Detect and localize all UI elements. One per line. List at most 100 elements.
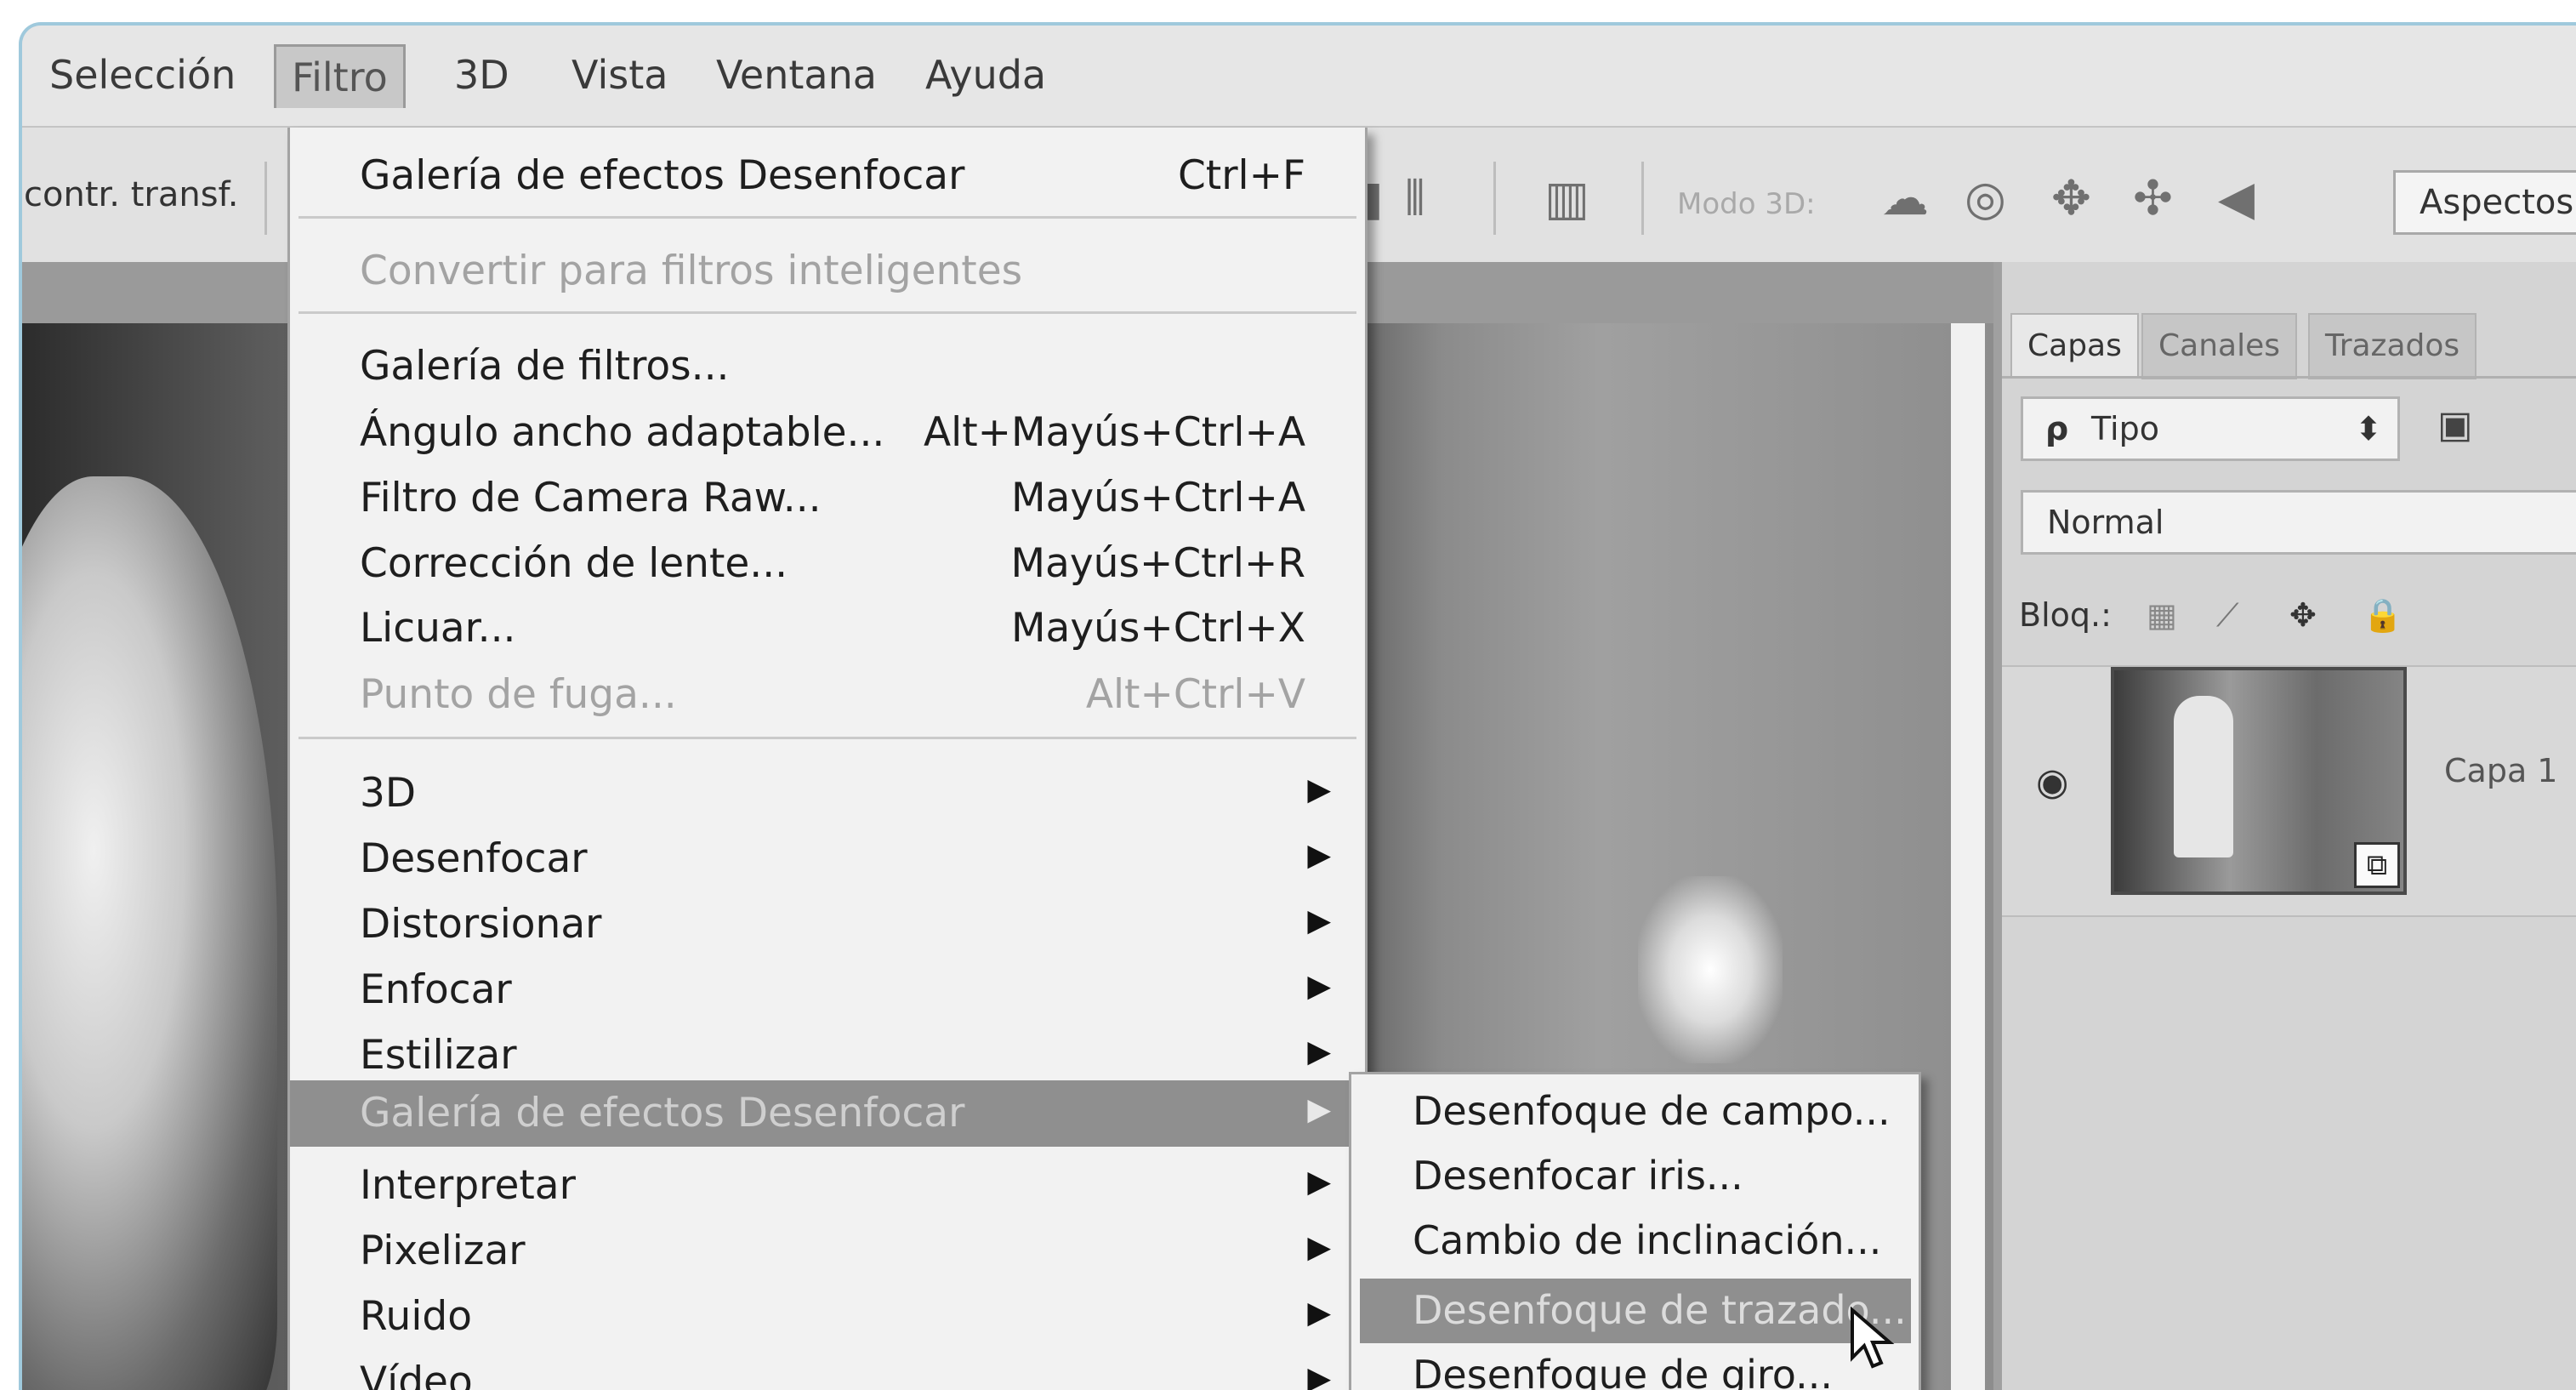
lock-icon[interactable]: 🔒 bbox=[2363, 585, 2403, 645]
menu-item-filter-gallery[interactable]: Galería de filtros... bbox=[290, 333, 1365, 400]
layer-row[interactable]: ◉ ⧉ Capa 1 bbox=[2002, 665, 2576, 917]
distribute-horizontal-icon[interactable]: ⫴ bbox=[1405, 172, 1425, 226]
slide-3d-icon[interactable]: ✣ bbox=[2133, 172, 2173, 226]
menu-item-interpretar[interactable]: Interpretar ▶ bbox=[290, 1153, 1365, 1219]
menu-item-ruido[interactable]: Ruido ▶ bbox=[290, 1284, 1365, 1350]
submenu-arrow-icon: ▶ bbox=[1307, 1034, 1331, 1069]
menu-item-label: Enfocar bbox=[360, 966, 512, 1013]
submenu-arrow-icon: ▶ bbox=[1307, 1361, 1331, 1390]
menu-item-desenfocar[interactable]: Desenfocar ▶ bbox=[290, 826, 1365, 892]
show-transform-controls-label[interactable]: contr. transf. bbox=[24, 175, 238, 214]
menu-item-lens-correction[interactable]: Corrección de lente... Mayús+Ctrl+R bbox=[290, 531, 1365, 597]
lock-label: Bloq.: bbox=[2019, 596, 2112, 634]
submenu-item-spin-blur[interactable]: Desenfoque de giro... bbox=[1351, 1343, 1919, 1390]
menu-item-label: Pixelizar bbox=[360, 1228, 526, 1274]
menu-item-distorsionar[interactable]: Distorsionar ▶ bbox=[290, 892, 1365, 958]
menu-item-3d[interactable]: 3D ▶ bbox=[290, 761, 1365, 827]
thumbnail-player bbox=[2174, 696, 2233, 857]
menu-item-convert-smart-filters: Convertir para filtros inteligentes bbox=[290, 238, 1365, 305]
menu-item-blur-gallery[interactable]: Galería de efectos Desenfocar ▶ bbox=[290, 1080, 1365, 1147]
submenu-arrow-icon: ▶ bbox=[1307, 1092, 1331, 1127]
submenu-item-iris-blur[interactable]: Desenfocar iris... bbox=[1351, 1144, 1919, 1209]
photoshop-window: Selección Filtro 3D Vista Ventana Ayuda … bbox=[19, 22, 2576, 1390]
menu-bar: Selección Filtro 3D Vista Ventana Ayuda bbox=[22, 26, 2576, 126]
mode-3d-label: Modo 3D: bbox=[1677, 187, 1816, 221]
menu-item-label: Punto de fuga... bbox=[360, 671, 677, 718]
roll-3d-icon[interactable]: ◎ bbox=[1965, 172, 2006, 226]
menu-item-camera-raw[interactable]: Filtro de Camera Raw... Mayús+Ctrl+A bbox=[290, 465, 1365, 532]
menu-item-video[interactable]: Vídeo ▶ bbox=[290, 1349, 1365, 1390]
menu-ayuda[interactable]: Ayuda bbox=[910, 44, 1061, 105]
lock-transparent-icon[interactable]: ▦ bbox=[2147, 585, 2177, 645]
menu-item-shortcut: Mayús+Ctrl+X bbox=[1010, 605, 1305, 652]
submenu-arrow-icon: ▶ bbox=[1307, 1296, 1331, 1330]
submenu-item-label: Desenfoque de campo... bbox=[1413, 1088, 1891, 1134]
menu-item-label: Ruido bbox=[360, 1293, 472, 1340]
menu-separator bbox=[299, 737, 1356, 739]
submenu-arrow-icon: ▶ bbox=[1307, 838, 1331, 873]
layers-panel: Capas Canales Trazados ρ Tipo ⬍ ▣ Normal… bbox=[1993, 262, 2576, 1390]
submenu-arrow-icon: ▶ bbox=[1307, 969, 1331, 1004]
lock-position-icon[interactable]: ✥ bbox=[2289, 585, 2317, 645]
menu-vista[interactable]: Vista bbox=[556, 44, 683, 105]
blur-gallery-submenu: Desenfoque de campo... Desenfocar iris..… bbox=[1349, 1072, 1921, 1390]
menu-item-shortcut: Ctrl+F bbox=[1177, 152, 1305, 199]
menu-item-shortcut: Mayús+Ctrl+A bbox=[1011, 475, 1305, 521]
tab-trazados[interactable]: Trazados bbox=[2308, 313, 2477, 379]
menu-item-label: Licuar... bbox=[360, 605, 516, 652]
menu-item-last-filter[interactable]: Galería de efectos Desenfocar Ctrl+F bbox=[290, 143, 1365, 209]
submenu-arrow-icon: ▶ bbox=[1307, 1165, 1331, 1199]
auto-align-layers-icon[interactable]: ▥ bbox=[1544, 172, 1589, 226]
menu-item-label: Distorsionar bbox=[360, 901, 602, 948]
menu-seleccion[interactable]: Selección bbox=[34, 44, 251, 105]
menu-item-liquify[interactable]: Licuar... Mayús+Ctrl+X bbox=[290, 595, 1365, 662]
menu-item-estilizar[interactable]: Estilizar ▶ bbox=[290, 1023, 1365, 1089]
menu-item-label: Estilizar bbox=[360, 1032, 517, 1079]
menu-item-enfocar[interactable]: Enfocar ▶ bbox=[290, 957, 1365, 1023]
menu-item-label: Galería de efectos Desenfocar bbox=[360, 1090, 965, 1136]
pan-3d-icon[interactable]: ✥ bbox=[2051, 172, 2091, 226]
smart-object-badge-icon: ⧉ bbox=[2354, 842, 2400, 888]
menu-item-label: Vídeo bbox=[360, 1359, 473, 1390]
submenu-item-tilt-shift[interactable]: Cambio de inclinación... bbox=[1351, 1209, 1919, 1273]
menu-item-label: Galería de filtros... bbox=[360, 343, 730, 390]
menu-item-label: Interpretar bbox=[360, 1162, 576, 1209]
options-separator bbox=[1641, 162, 1644, 235]
menu-item-pixelizar[interactable]: Pixelizar ▶ bbox=[290, 1218, 1365, 1285]
layer-filter-select[interactable]: ρ Tipo ⬍ bbox=[2021, 396, 2400, 461]
menu-item-label: Filtro de Camera Raw... bbox=[360, 475, 822, 521]
menu-item-adaptive-wide-angle[interactable]: Ángulo ancho adaptable... Alt+Mayús+Ctrl… bbox=[290, 400, 1365, 466]
lock-brush-icon[interactable]: ⟋ bbox=[2216, 585, 2239, 645]
menu-ventana[interactable]: Ventana bbox=[701, 44, 892, 105]
filter-menu: Galería de efectos Desenfocar Ctrl+F Con… bbox=[287, 128, 1368, 1390]
menu-item-shortcut: Alt+Ctrl+V bbox=[1085, 671, 1305, 718]
blend-mode-value: Normal bbox=[2047, 504, 2164, 541]
select-arrows-icon: ⬍ bbox=[2355, 410, 2382, 447]
baseball-player-image bbox=[22, 476, 277, 1390]
submenu-item-label: Desenfocar iris... bbox=[1413, 1153, 1743, 1199]
layer-name[interactable]: Capa 1 bbox=[2444, 752, 2557, 789]
menu-3d[interactable]: 3D bbox=[439, 44, 525, 105]
menu-filtro[interactable]: Filtro bbox=[274, 44, 406, 108]
menu-item-label: Convertir para filtros inteligentes bbox=[360, 248, 1023, 294]
submenu-arrow-icon: ▶ bbox=[1307, 772, 1331, 807]
tabs-divider bbox=[2002, 376, 2576, 379]
image-filter-icon[interactable]: ▣ bbox=[2437, 403, 2473, 447]
tab-capas[interactable]: Capas bbox=[2010, 313, 2139, 378]
tab-canales[interactable]: Canales bbox=[2141, 313, 2297, 379]
menu-item-label: Desenfocar bbox=[360, 835, 588, 882]
scale-3d-icon[interactable]: ◀ bbox=[2218, 172, 2255, 226]
search-icon: ρ bbox=[2045, 410, 2069, 447]
submenu-item-field-blur[interactable]: Desenfoque de campo... bbox=[1351, 1080, 1919, 1144]
rotate-3d-icon[interactable]: ☁ bbox=[1881, 172, 1929, 226]
visibility-eye-icon[interactable]: ◉ bbox=[2036, 761, 2068, 804]
options-separator bbox=[1493, 162, 1496, 235]
submenu-item-path-blur[interactable]: Desenfoque de trazado... bbox=[1360, 1279, 1911, 1343]
menu-item-vanishing-point: Punto de fuga... Alt+Ctrl+V bbox=[290, 662, 1365, 728]
layer-thumbnail: ⧉ bbox=[2111, 667, 2407, 895]
workspace-selector[interactable]: Aspectos e bbox=[2393, 170, 2576, 235]
menu-item-label: Ángulo ancho adaptable... bbox=[360, 409, 885, 456]
submenu-item-label: Desenfoque de giro... bbox=[1413, 1352, 1833, 1390]
blend-mode-select[interactable]: Normal bbox=[2021, 490, 2576, 555]
submenu-item-label: Desenfoque de trazado... bbox=[1413, 1287, 1907, 1333]
